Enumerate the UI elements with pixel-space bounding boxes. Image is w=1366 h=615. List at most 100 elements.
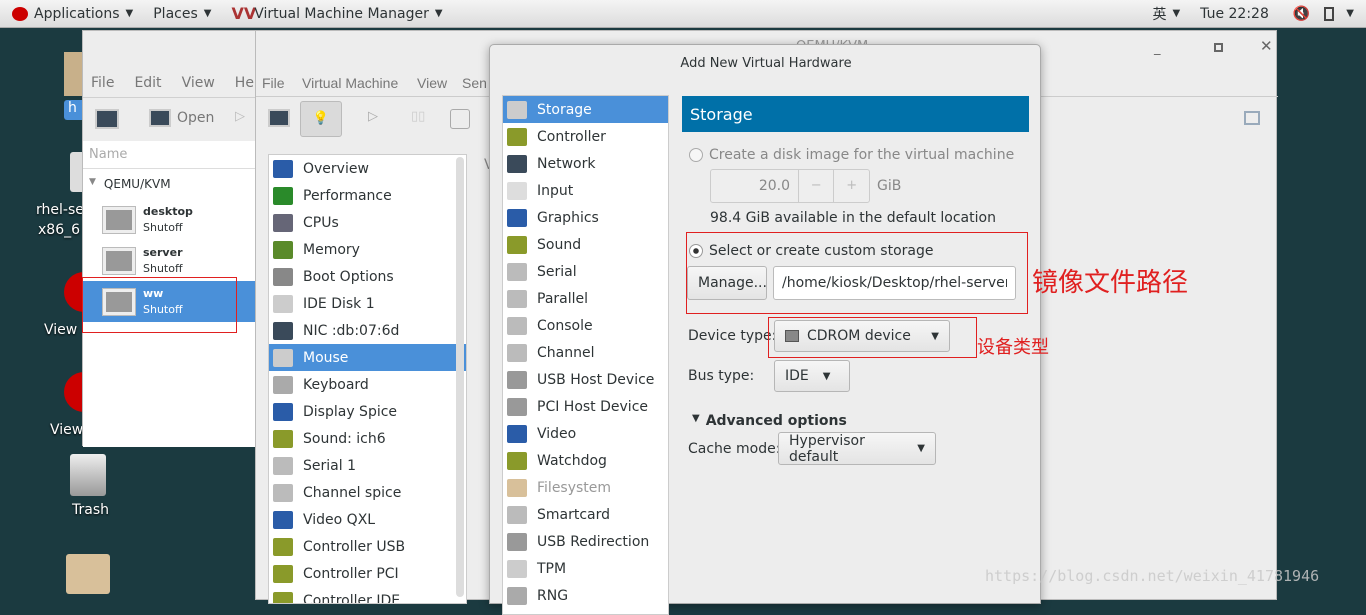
list-item-graphics[interactable]: Graphics (503, 204, 668, 231)
list-item-keyboard[interactable]: Keyboard (269, 371, 466, 398)
list-item-mouse[interactable]: Mouse (269, 344, 466, 371)
bus-type-dropdown[interactable]: IDE ▼ (774, 360, 850, 392)
clock[interactable]: Tue 22:28 (1200, 6, 1269, 22)
list-item-controller-pci[interactable]: Controller PCI (269, 560, 466, 587)
disk-size-spinner[interactable]: 20.0 − + (710, 169, 870, 203)
create-disk-radio[interactable]: Create a disk image for the virtual mach… (689, 147, 1014, 163)
close-button[interactable]: ✕ (1260, 37, 1273, 55)
maximize-button[interactable] (1214, 43, 1223, 52)
list-item-video[interactable]: Video (503, 420, 668, 447)
list-item-serial[interactable]: Serial (503, 258, 668, 285)
vm-row-desktop[interactable]: desktop Shutoff (83, 199, 263, 240)
list-item-smartcard[interactable]: Smartcard (503, 501, 668, 528)
vm-state: Shutoff (143, 261, 183, 275)
menu-virtual-machine[interactable]: Virtual Machine (302, 75, 398, 91)
list-item-performance[interactable]: Performance (269, 182, 466, 209)
menu-edit[interactable]: Edit (134, 75, 161, 91)
pci-host-device-icon (507, 397, 527, 416)
run-button[interactable]: ▷ (235, 109, 245, 124)
list-item-cpus[interactable]: CPUs (269, 209, 466, 236)
filesystem-icon (507, 478, 527, 497)
connection-row[interactable]: ▼ QEMU/KVM (83, 169, 263, 199)
list-item-input[interactable]: Input (503, 177, 668, 204)
list-item-label: Display Spice (303, 403, 398, 420)
list-item-tpm[interactable]: TPM (503, 555, 668, 582)
vm-row-server[interactable]: server Shutoff (83, 240, 263, 281)
increment-button[interactable]: + (833, 170, 869, 202)
cache-mode-dropdown[interactable]: Hypervisor default ▼ (778, 432, 936, 465)
boot-options-icon (273, 267, 293, 286)
storage-path-input[interactable] (773, 266, 1016, 300)
top-bar: Applications ▼ Places ▼ VV Virtual Machine … (0, 0, 1366, 28)
list-item-ide-disk-1[interactable]: IDE Disk 1 (269, 290, 466, 317)
device-type-list: Storage Controller Network Input Graphics Sou… (502, 95, 669, 615)
list-item-filesystem[interactable]: Filesystem (503, 474, 668, 501)
applications-menu[interactable]: Applications ▼ (12, 6, 133, 22)
list-item-label: Controller USB (303, 538, 406, 555)
menu-send-key[interactable]: Sen (462, 75, 487, 91)
list-item-storage[interactable]: Storage (503, 96, 668, 123)
list-item-usb-redirection[interactable]: USB Redirection (503, 528, 668, 555)
menu-file[interactable]: File (91, 75, 114, 91)
trash-icon[interactable] (70, 454, 106, 496)
run-button[interactable]: ▷ (368, 109, 378, 124)
list-item-label: Channel spice (303, 484, 402, 501)
list-item-network[interactable]: Network (503, 150, 668, 177)
shutdown-button[interactable] (450, 109, 470, 129)
battery-icon[interactable] (1324, 6, 1335, 21)
desktop-icon-home[interactable] (64, 52, 84, 96)
volume-muted-icon[interactable]: 🔇 (1293, 6, 1310, 22)
list-item-controller-ide[interactable]: Controller IDE (269, 587, 466, 603)
list-item-parallel[interactable]: Parallel (503, 285, 668, 312)
list-item-label: PCI Host Device (537, 398, 649, 415)
list-item-console[interactable]: Console (503, 312, 668, 339)
fullscreen-icon[interactable] (1244, 111, 1260, 125)
redhat-icon[interactable] (64, 372, 84, 412)
list-item-sound-ich6[interactable]: Sound: ich6 (269, 425, 466, 452)
list-item-watchdog[interactable]: Watchdog (503, 447, 668, 474)
list-item-pci-host-device[interactable]: PCI Host Device (503, 393, 668, 420)
pause-button[interactable]: ▯▯ (411, 109, 425, 124)
folder-icon[interactable] (66, 554, 110, 594)
new-vm-button[interactable] (95, 109, 119, 129)
list-item-rng[interactable]: RNG (503, 582, 668, 609)
console-button[interactable] (268, 109, 290, 127)
advanced-options-expander[interactable]: ▼ Advanced options (692, 413, 847, 429)
list-item-display-spice[interactable]: Display Spice (269, 398, 466, 425)
list-item-controller-usb[interactable]: Controller USB (269, 533, 466, 560)
minimize-button[interactable]: _ (1154, 41, 1161, 56)
list-item-video-qxl[interactable]: Video QXL (269, 506, 466, 533)
app-menu[interactable]: VV Virtual Machine Manager ▼ (231, 4, 442, 23)
name-column-header[interactable]: Name (83, 141, 263, 169)
open-button[interactable]: Open (149, 109, 214, 127)
system-menu-chevron[interactable]: ▼ (1346, 8, 1354, 19)
network-icon (507, 154, 527, 173)
list-item-label: Smartcard (537, 506, 611, 523)
list-item-label: Serial 1 (303, 457, 356, 474)
input-method-menu[interactable]: 英 ▼ (1152, 4, 1180, 24)
menu-view[interactable]: View (417, 75, 447, 91)
details-button[interactable]: 💡 (300, 101, 342, 137)
list-item-boot-options[interactable]: Boot Options (269, 263, 466, 290)
list-item-memory[interactable]: Memory (269, 236, 466, 263)
decrement-button[interactable]: − (797, 170, 834, 202)
custom-storage-radio[interactable]: Select or create custom storage (689, 243, 934, 259)
vm-monitor-icon (102, 246, 136, 275)
list-item-overview[interactable]: Overview (269, 155, 466, 182)
annotation-device: 设备类型 (977, 337, 1049, 358)
list-item-nic-db-07-6d[interactable]: NIC :db:07:6d (269, 317, 466, 344)
list-item-channel[interactable]: Channel (503, 339, 668, 366)
manage-button[interactable]: Manage... (687, 266, 767, 300)
list-item-usb-host-device[interactable]: USB Host Device (503, 366, 668, 393)
device-type-dropdown[interactable]: CDROM device ▼ (774, 320, 950, 352)
menu-file[interactable]: File (262, 75, 285, 91)
menu-view[interactable]: View (182, 75, 215, 91)
list-item-label: Storage (537, 101, 592, 118)
list-item-controller[interactable]: Controller (503, 123, 668, 150)
list-item-serial-1[interactable]: Serial 1 (269, 452, 466, 479)
places-menu[interactable]: Places ▼ (153, 6, 211, 22)
redhat-icon[interactable] (64, 272, 84, 312)
list-item-sound[interactable]: Sound (503, 231, 668, 258)
list-item-channel-spice[interactable]: Channel spice (269, 479, 466, 506)
hardware-list-scrollbar[interactable] (456, 157, 464, 597)
